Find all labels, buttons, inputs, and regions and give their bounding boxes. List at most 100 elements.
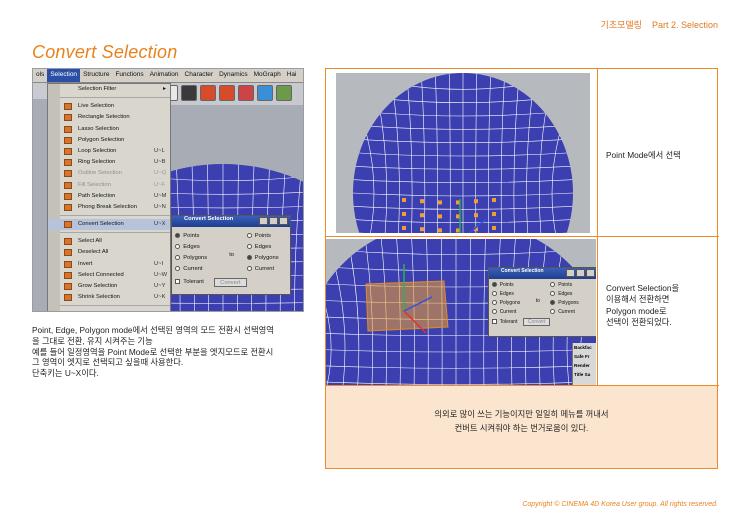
menu-item[interactable]: Outline Selection U~Q (48, 168, 170, 179)
from-option[interactable]: Current (491, 308, 516, 315)
selected-point (420, 213, 424, 218)
side-panel-item[interactable]: Backfac (574, 343, 596, 352)
menubar-item[interactable]: ols (33, 69, 47, 82)
radio-icon[interactable] (246, 265, 252, 271)
menu-item[interactable]: Grow Selection U~Y (48, 281, 170, 292)
menu-item-icon (64, 170, 72, 178)
radio-icon[interactable] (175, 232, 181, 238)
menu-item-label: Live Selection (78, 103, 115, 110)
to-option[interactable]: Current (550, 309, 575, 315)
cube-icon[interactable] (257, 85, 273, 101)
from-option[interactable]: Edges (491, 290, 514, 297)
checkbox-icon[interactable] (491, 319, 497, 325)
menubar-item[interactable]: Functions (112, 69, 146, 82)
side-panel-item[interactable]: Title Sa (574, 370, 596, 379)
radio-icon[interactable] (550, 290, 556, 296)
menubar-item[interactable]: Selection (47, 69, 81, 82)
menu-item[interactable]: Rectangle Selection (48, 112, 170, 123)
menubar-item[interactable]: Structure (80, 69, 112, 82)
from-option[interactable]: Current (175, 265, 203, 272)
menu-item-icon (64, 238, 72, 246)
maximize-icon[interactable] (576, 269, 585, 277)
menu-item[interactable]: Live Selection (48, 101, 170, 112)
radio-icon[interactable] (550, 281, 556, 287)
to-option[interactable]: Edges (246, 243, 271, 250)
to-option[interactable]: Edges (550, 291, 572, 297)
menu-item[interactable]: Invert U~I (48, 259, 170, 270)
menubar-item[interactable]: Character (182, 69, 217, 82)
menu-item[interactable]: Loop Selection U~L (48, 146, 170, 157)
radio-icon[interactable] (246, 254, 252, 260)
radio-icon[interactable] (491, 308, 497, 314)
from-option[interactable]: Polygons (491, 299, 520, 306)
side-panel-item[interactable]: Safe Fr (574, 352, 596, 361)
minimize-icon[interactable] (566, 269, 575, 277)
menu-item[interactable]: Fill Selection U~F (48, 180, 170, 191)
tolerant-checkbox[interactable]: Tolerant (175, 278, 204, 285)
caption-line: Convert Selection을 (606, 283, 680, 293)
menu-item-label: Path Selection (78, 192, 116, 199)
toolbar-icon[interactable] (181, 85, 197, 101)
menubar-item[interactable]: MoGraph (251, 69, 284, 82)
submenu-arrow-icon: ▸ (162, 86, 166, 92)
menubar-item[interactable]: Animation (147, 69, 182, 82)
menu-item[interactable]: Deselect All (48, 247, 170, 258)
menu-item[interactable]: Convert Selection U~X (48, 219, 170, 231)
radio-icon[interactable] (246, 243, 252, 249)
menu-item-label: Select Connected (78, 271, 124, 278)
radio-icon[interactable] (175, 265, 181, 271)
radio-icon[interactable] (550, 308, 556, 314)
toolbar-icon[interactable] (276, 85, 292, 101)
radio-icon[interactable] (491, 281, 497, 287)
minimize-icon[interactable] (259, 217, 268, 225)
radio-icon[interactable] (246, 232, 252, 238)
tolerant-checkbox[interactable]: Tolerant (491, 319, 518, 326)
to-option[interactable]: Polygons (550, 300, 579, 306)
menu-item[interactable]: Ring Selection U~B (48, 157, 170, 168)
menu-item[interactable]: Selection Filter ▸ (48, 84, 170, 95)
to-option[interactable]: Points (246, 232, 271, 239)
radio-icon[interactable] (175, 254, 181, 260)
menu-item[interactable]: Shrink Selection U~K (48, 292, 170, 303)
menu-item[interactable]: Lasso Selection (48, 124, 170, 135)
checkbox-icon[interactable] (175, 278, 181, 284)
menu-item-icon (64, 136, 72, 144)
side-panel-item[interactable]: Render (574, 361, 596, 370)
option-label: Edges (183, 243, 200, 250)
radio-icon[interactable] (491, 299, 497, 305)
to-option[interactable]: Points (550, 282, 572, 288)
from-option[interactable]: Polygons (175, 254, 207, 261)
menu-item-icon (64, 181, 72, 189)
radio-icon[interactable] (175, 243, 181, 249)
to-option[interactable]: Polygons (246, 254, 279, 261)
convert-button[interactable]: Convert (523, 318, 551, 327)
point-mode-render (336, 73, 590, 233)
film-icon[interactable] (200, 85, 216, 101)
tolerant-label: Tolerant (499, 319, 518, 326)
menu-item-shortcut: U~N (154, 203, 166, 210)
menu-item[interactable]: Select All (48, 236, 170, 247)
menu-item[interactable]: Phong Break Selection U~N (48, 202, 170, 213)
selected-point (438, 228, 442, 233)
from-option[interactable]: Points (175, 232, 199, 239)
menu-item[interactable]: Polygon Selection (48, 135, 170, 146)
close-icon[interactable] (279, 217, 288, 225)
film-icon[interactable] (238, 85, 254, 101)
convert-button[interactable]: Convert (213, 277, 247, 288)
menu-item[interactable]: Path Selection U~M (48, 191, 170, 202)
close-icon[interactable] (586, 269, 595, 277)
film-icon[interactable] (219, 85, 235, 101)
from-option[interactable]: Edges (175, 243, 200, 250)
maximize-icon[interactable] (269, 217, 278, 225)
option-label: Current (558, 308, 575, 315)
menu-item[interactable]: Hide Selected (48, 309, 170, 311)
to-option[interactable]: Current (246, 265, 274, 272)
menu-item-label: Deselect All (78, 249, 109, 256)
menubar-item[interactable]: Dynamics (216, 69, 251, 82)
menubar-item[interactable]: Hai (284, 69, 300, 82)
radio-icon[interactable] (491, 290, 497, 296)
description-line: 그 영역이 엣지로 선택되고 싶을때 사용한다. (32, 357, 184, 368)
from-option[interactable]: Points (491, 281, 514, 288)
menu-item[interactable]: Select Connected U~W (48, 270, 170, 281)
radio-icon[interactable] (550, 299, 556, 305)
